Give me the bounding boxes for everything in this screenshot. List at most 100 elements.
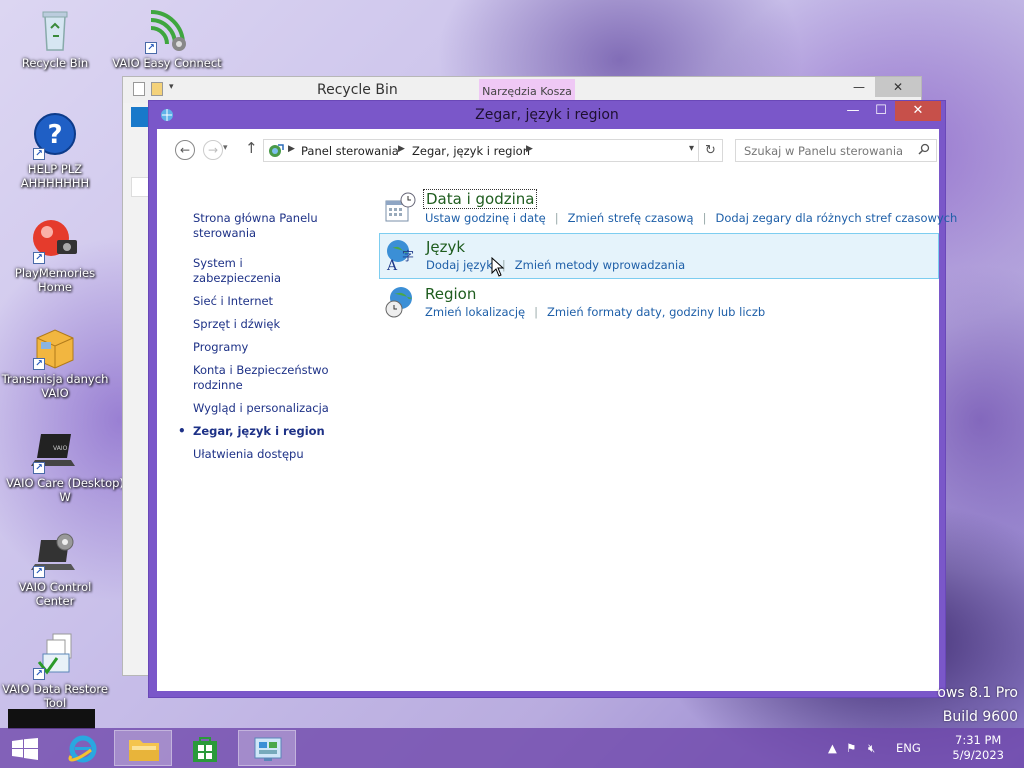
link-set-time-date[interactable]: Ustaw godzinę i datę — [425, 211, 546, 225]
shortcut-arrow-icon: ↗ — [33, 148, 45, 160]
category-language[interactable]: A字 Język Dodaj język | Zmień metody wprowa… — [379, 233, 939, 279]
nav-link-ease-of-access[interactable]: Ułatwienia dostępu — [193, 447, 333, 462]
back-button[interactable]: ← — [175, 140, 195, 160]
transfer-box-icon: ↗ — [31, 322, 79, 370]
start-button[interactable] — [0, 730, 50, 766]
show-hidden-icons-button[interactable]: ▲ — [828, 741, 837, 755]
taskbar-control-panel[interactable] — [238, 730, 296, 766]
arrow-up-icon: ↑ — [245, 139, 258, 157]
nav-link-programs[interactable]: Programy — [193, 340, 333, 355]
breadcrumb-separator[interactable]: ▶ — [288, 144, 295, 154]
input-language-indicator[interactable]: ENG — [896, 741, 921, 755]
breadcrumb-separator[interactable]: ▶ — [398, 144, 405, 154]
category-title[interactable]: Data i godzina — [423, 189, 538, 209]
shortcut-arrow-icon: ↗ — [33, 668, 45, 680]
mouse-cursor-icon — [491, 257, 505, 277]
control-panel-window[interactable]: Zegar, język i region — ☐ ✕ ← → ▾ ↑ ▶ Pa… — [148, 100, 957, 698]
svg-text:?: ? — [47, 120, 62, 150]
clock[interactable]: 7:31 PM 5/9/2023 — [952, 733, 1004, 763]
desktop-icon-help[interactable]: ? ↗ HELP PLZ AHHHHHHH — [0, 112, 110, 190]
link-change-input-methods[interactable]: Zmień metody wprowadzania — [515, 258, 685, 272]
left-navigation: Strona główna Panelu sterowania System i… — [178, 211, 333, 470]
category-date-time: Data i godzina Ustaw godzinę i datę | Zmie… — [379, 187, 957, 233]
desktop-icon-recycle-bin[interactable]: Recycle Bin — [0, 6, 110, 70]
link-change-formats[interactable]: Zmień formaty daty, godziny lub liczb — [547, 305, 765, 319]
window-controls: — ☐ ✕ — [839, 101, 941, 121]
new-folder-icon[interactable] — [151, 82, 163, 96]
desktop-icon-vaio-easy-connect[interactable]: ↗ VAIO Easy Connect — [112, 6, 222, 70]
nav-link-control-panel-home[interactable]: Strona główna Panelu sterowania — [193, 211, 333, 241]
windows-logo-icon — [12, 738, 38, 760]
control-panel-icon — [267, 142, 284, 159]
link-change-time-zone[interactable]: Zmień strefę czasową — [568, 211, 694, 225]
category-region: Region Zmień lokalizację | Zmień formaty d… — [379, 281, 939, 327]
minimize-button[interactable]: — — [839, 101, 867, 121]
region-globe-icon — [383, 285, 417, 319]
search-input[interactable]: Szukaj w Panelu sterowania — [735, 139, 937, 162]
close-button[interactable]: ✕ — [875, 77, 921, 97]
window-content: ← → ▾ ↑ ▶ Panel sterowania ▶ Zegar, języ… — [157, 129, 957, 691]
desktop-icon-vaio-control-center[interactable]: ↗ VAIO Control Center — [0, 530, 110, 608]
refresh-button[interactable]: ↻ — [699, 139, 723, 162]
nav-link-appearance[interactable]: Wygląd i personalizacja — [193, 401, 333, 416]
desktop-icon-vaio-data-restore[interactable]: ↗ VAIO Data Restore Tool — [0, 632, 110, 710]
chevron-down-icon: ▾ — [688, 143, 694, 154]
refresh-icon: ↻ — [705, 143, 716, 158]
minimize-button[interactable]: — — [843, 77, 875, 97]
breadcrumb-item[interactable]: Panel sterowania — [301, 144, 399, 158]
link-divider: | — [554, 211, 559, 225]
qat-dropdown-icon[interactable]: ▾ — [169, 82, 181, 96]
link-add-clocks[interactable]: Dodaj zegary dla różnych stref czasowych — [715, 211, 957, 225]
shortcut-arrow-icon: ↗ — [33, 566, 45, 578]
nav-link-network-internet[interactable]: Sieć i Internet — [193, 294, 333, 309]
taskbar-file-explorer[interactable] — [114, 730, 172, 766]
arrow-left-icon: ← — [179, 143, 191, 157]
speaker-muted-icon[interactable]: 🔇︎ — [868, 741, 875, 756]
address-bar[interactable]: ▶ Panel sterowania ▶ Zegar, język i regi… — [263, 139, 699, 162]
nav-link-clock-language-region[interactable]: Zegar, język i region — [178, 424, 333, 439]
data-restore-icon: ↗ — [31, 632, 79, 680]
taskbar-store[interactable] — [176, 730, 234, 766]
windows-version-watermark: ows 8.1 Pro — [937, 685, 1018, 701]
window-titlebar[interactable]: Zegar, język i region — ☐ ✕ — [149, 101, 945, 129]
nav-link-hardware-sound[interactable]: Sprzęt i dźwięk — [193, 317, 333, 332]
close-button[interactable]: ✕ — [895, 101, 941, 121]
link-add-language[interactable]: Dodaj język — [426, 258, 493, 272]
control-panel-icon — [254, 737, 282, 761]
properties-icon[interactable] — [133, 82, 145, 96]
shortcut-arrow-icon: ↗ — [33, 252, 45, 264]
recycle-bin-window-controls: — ✕ — [843, 77, 921, 97]
link-change-location[interactable]: Zmień lokalizację — [425, 305, 525, 319]
shortcut-arrow-icon: ↗ — [33, 462, 45, 474]
taskbar-internet-explorer[interactable] — [54, 730, 112, 766]
store-icon — [193, 737, 217, 762]
search-icon[interactable] — [918, 143, 930, 158]
thumbnail-preview — [8, 709, 95, 729]
arrow-right-icon: → — [207, 143, 219, 157]
wifi-gear-icon: ↗ — [143, 6, 191, 54]
windows-build-watermark: Build 9600 — [942, 709, 1018, 725]
forward-button[interactable]: → — [203, 140, 223, 160]
nav-link-user-accounts[interactable]: Konta i Bezpieczeństwo rodzinne — [193, 363, 333, 393]
maximize-button[interactable]: ☐ — [867, 101, 895, 121]
desktop-icon-vaio-care[interactable]: VAIO ↗ VAIO Care (Desktop) W — [0, 426, 124, 504]
desktop-icon-transmisja[interactable]: ↗ Transmisja danych VAIO — [0, 322, 110, 400]
shortcut-arrow-icon: ↗ — [145, 42, 157, 54]
address-dropdown[interactable]: ▾ — [689, 143, 694, 154]
laptop-gear-icon: ↗ — [31, 530, 79, 578]
recycle-bin-title: Recycle Bin — [317, 82, 398, 98]
breadcrumb-separator[interactable]: ▶ — [526, 144, 533, 154]
link-divider: | — [534, 305, 538, 319]
up-button[interactable]: ↑ — [245, 139, 258, 157]
category-title[interactable]: Język — [426, 238, 465, 256]
breadcrumb-item[interactable]: Zegar, język i region — [412, 144, 530, 158]
svg-text:字: 字 — [402, 248, 414, 263]
laptop-icon: VAIO ↗ — [31, 426, 79, 474]
action-center-icon[interactable]: ⚑ — [846, 741, 856, 755]
category-title[interactable]: Region — [425, 285, 476, 303]
nav-link-system-security[interactable]: System i zabezpieczenia — [193, 256, 333, 286]
link-divider: | — [702, 211, 707, 225]
help-question-icon: ? ↗ — [31, 112, 79, 160]
desktop-icon-playmemories[interactable]: ↗ PlayMemories Home — [0, 216, 110, 294]
recent-locations-dropdown[interactable]: ▾ — [223, 143, 228, 153]
